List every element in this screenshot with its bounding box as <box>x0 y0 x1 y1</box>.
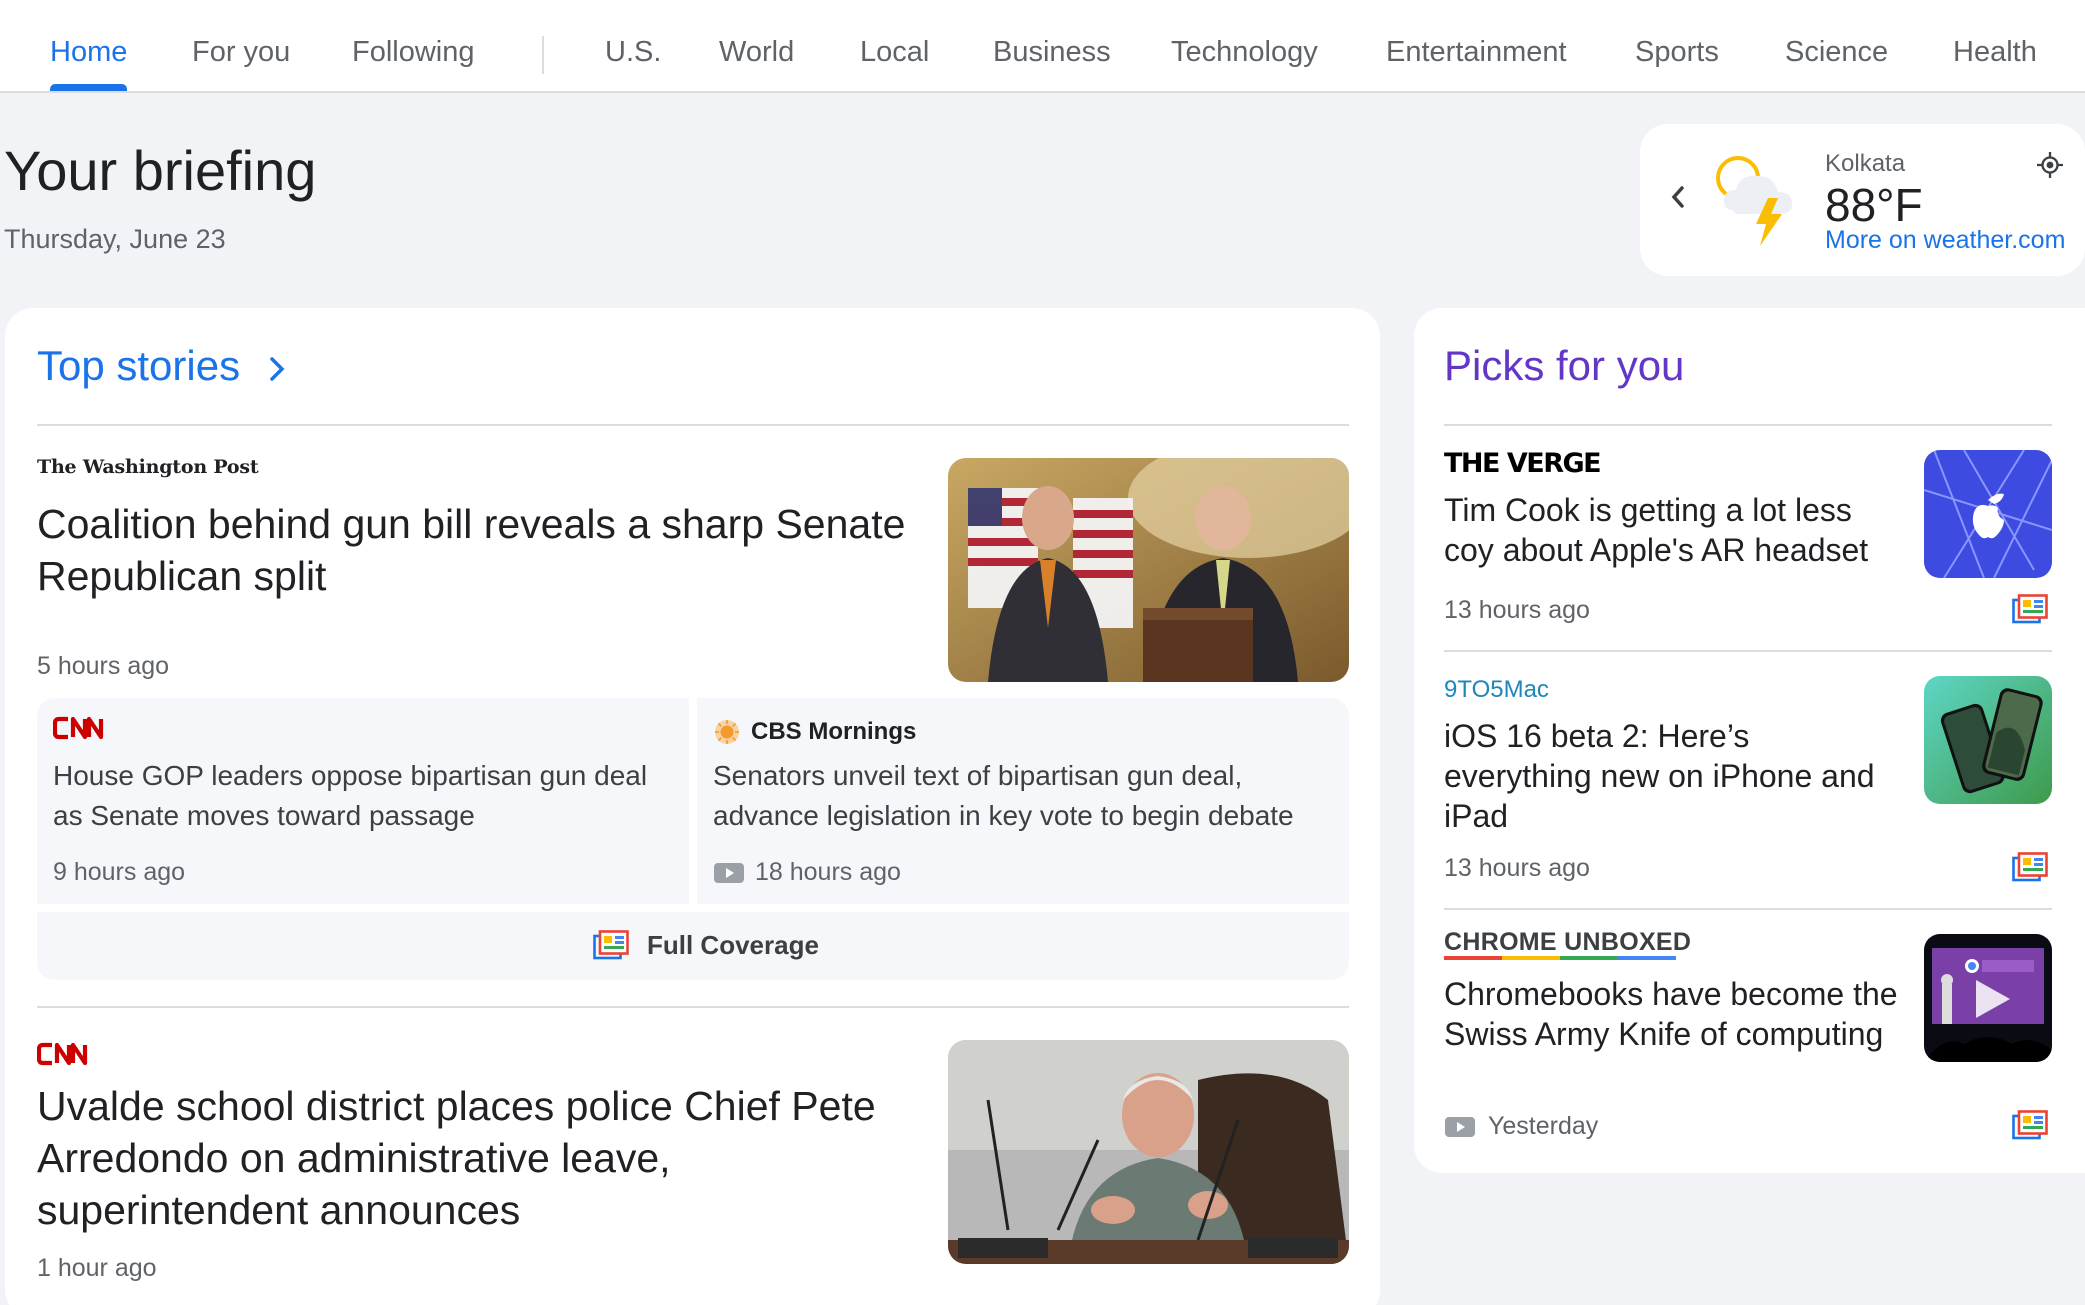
top-navigation: Home For you Following U.S. World Local … <box>0 0 2085 93</box>
source-washington-post[interactable]: The Washington Post <box>37 456 259 478</box>
weather-temperature: 88°F <box>1825 179 1923 231</box>
related-time: 18 hours ago <box>755 858 901 886</box>
tab-following[interactable]: Following <box>352 36 475 69</box>
video-icon <box>714 863 744 883</box>
briefing-date: Thursday, June 23 <box>4 224 226 254</box>
story-image-senators[interactable] <box>948 458 1349 682</box>
active-tab-indicator <box>50 84 127 91</box>
story-time: 1 hour ago <box>37 1254 157 1282</box>
pick-headline[interactable]: Tim Cook is getting a lot less coy about… <box>1444 490 1904 570</box>
partly-cloudy-thunder-icon <box>1716 156 1792 246</box>
divider <box>1444 908 2052 910</box>
source-cbs-mornings: CBS Mornings <box>751 718 917 745</box>
pick-time: 13 hours ago <box>1444 596 1590 624</box>
full-coverage-button[interactable]: Full Coverage <box>37 912 1349 980</box>
page-title: Your briefing <box>4 139 317 202</box>
cbs-mornings-logo <box>715 720 739 744</box>
divider <box>37 1006 1349 1008</box>
pick-time: 13 hours ago <box>1444 854 1590 882</box>
full-coverage-label: Full Coverage <box>647 930 819 960</box>
tab-sports[interactable]: Sports <box>1635 36 1719 69</box>
tab-local[interactable]: Local <box>860 36 929 69</box>
weather-city: Kolkata <box>1825 150 1906 177</box>
pick-image-apple[interactable] <box>1924 450 2052 578</box>
pick-headline[interactable]: Chromebooks have become the Swiss Army K… <box>1444 974 1904 1054</box>
tab-business[interactable]: Business <box>993 36 1111 69</box>
related-story-cnn[interactable]: House GOP leaders oppose bipartisan gun … <box>37 698 689 904</box>
related-headline[interactable]: House GOP leaders oppose bipartisan gun … <box>53 756 673 836</box>
tab-for-you[interactable]: For you <box>192 36 290 69</box>
pick-time: Yesterday <box>1488 1112 1599 1140</box>
cnn-logo <box>53 716 104 740</box>
tab-technology[interactable]: Technology <box>1171 36 1318 69</box>
divider <box>1444 424 2052 426</box>
related-coverage: House GOP leaders oppose bipartisan gun … <box>37 698 1349 980</box>
pick-image-iphone[interactable] <box>1924 676 2052 804</box>
full-coverage-icon[interactable] <box>2012 594 2048 624</box>
source-chrome-unboxed[interactable]: CHROME UNBOXED <box>1444 928 1691 957</box>
weather-link[interactable]: More on weather.com <box>1825 226 2065 255</box>
chevron-left-icon[interactable] <box>1665 180 1691 214</box>
tab-science[interactable]: Science <box>1785 36 1888 69</box>
related-time: 9 hours ago <box>53 858 186 886</box>
story-headline[interactable]: Coalition behind gun bill reveals a shar… <box>37 498 907 602</box>
picks-heading: Picks for you <box>1444 342 1685 389</box>
full-coverage-icon <box>593 930 629 960</box>
related-story-cbs[interactable]: CBS Mornings Senators unveil text of bip… <box>697 698 1349 904</box>
chevron-right-icon <box>270 357 285 381</box>
related-headline[interactable]: Senators unveil text of bipartisan gun d… <box>713 756 1333 836</box>
tab-home[interactable]: Home <box>50 36 127 69</box>
nav-divider <box>542 36 544 74</box>
pick-image-chrome-video[interactable] <box>1924 934 2052 1062</box>
picks-for-you-card: Picks for you THE VERGE Tim Cook is gett… <box>1414 308 2085 1173</box>
top-stories-card: Top stories The Washington Post Coalitio… <box>5 308 1380 1305</box>
tab-entertainment[interactable]: Entertainment <box>1386 36 1567 69</box>
divider <box>37 424 1349 426</box>
tab-health[interactable]: Health <box>1953 36 2037 69</box>
top-stories-label: Top stories <box>37 342 241 389</box>
full-coverage-icon[interactable] <box>2012 1110 2048 1140</box>
story-time: 5 hours ago <box>37 652 170 680</box>
chrome-unboxed-underline <box>1444 956 1676 960</box>
source-the-verge[interactable]: THE VERGE <box>1444 448 1602 479</box>
story-image-speaker[interactable] <box>948 1040 1349 1264</box>
my-location-icon[interactable] <box>2035 150 2065 180</box>
full-coverage-icon[interactable] <box>2012 852 2048 882</box>
tab-world[interactable]: World <box>719 36 794 69</box>
top-stories-heading[interactable]: Top stories <box>37 342 288 390</box>
tab-us[interactable]: U.S. <box>605 36 661 69</box>
story-headline[interactable]: Uvalde school district places police Chi… <box>37 1080 917 1236</box>
pick-headline[interactable]: iOS 16 beta 2: Here’s everything new on … <box>1444 716 1904 836</box>
divider <box>1444 650 2052 652</box>
weather-card: Kolkata 88°F More on weather.com <box>1640 124 2085 276</box>
cnn-logo <box>37 1042 88 1066</box>
video-icon <box>1445 1117 1475 1137</box>
source-9to5mac[interactable]: 9TO5Mac <box>1444 676 1549 704</box>
